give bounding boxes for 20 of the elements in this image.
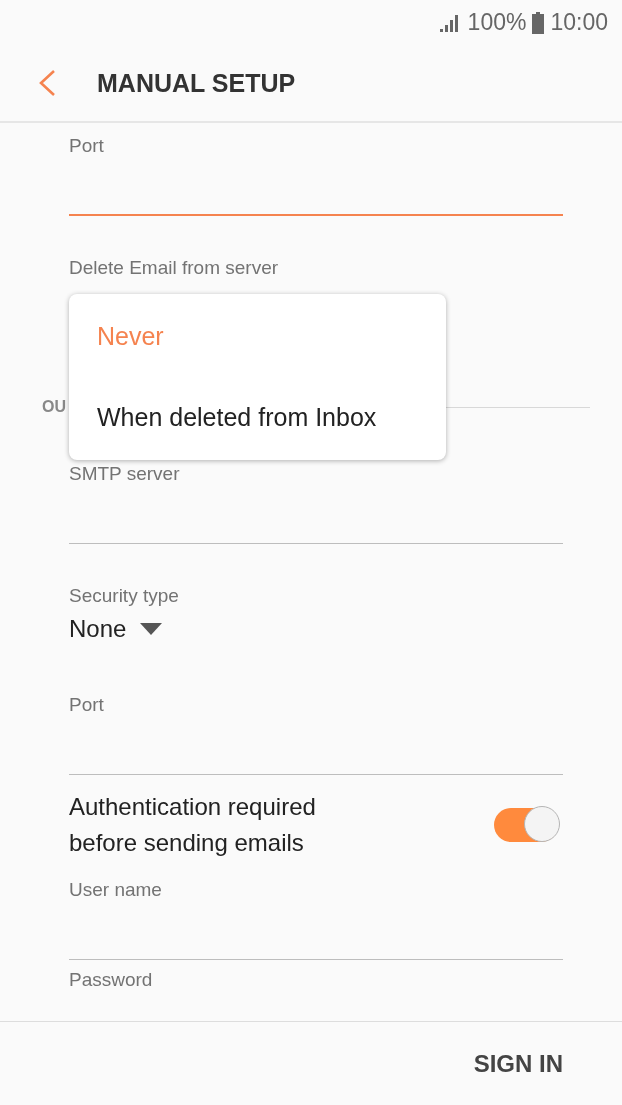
security-type-dropdown[interactable]: None xyxy=(69,608,163,650)
screen-title: MANUAL SETUP xyxy=(97,68,296,98)
field-label: User name xyxy=(69,878,163,902)
field-label: Port xyxy=(69,693,105,717)
toggle-switch[interactable] xyxy=(494,808,558,842)
battery-percent: 100% xyxy=(467,9,527,36)
field-label: SMTP server xyxy=(69,462,181,486)
dropdown-arrow-icon xyxy=(140,623,163,635)
field-label: Password xyxy=(69,968,154,992)
back-button[interactable] xyxy=(38,69,56,97)
field-label: Port xyxy=(69,134,105,158)
battery-icon xyxy=(532,11,545,34)
sign-in-button[interactable]: SIGN IN xyxy=(473,1049,563,1078)
field-label: Delete Email from server xyxy=(69,256,280,280)
toggle-label: Authentication required before sending emails xyxy=(69,792,317,858)
section-header: OU xyxy=(42,398,66,416)
clock: 10:00 xyxy=(550,9,608,36)
signal-icon xyxy=(439,13,460,32)
field-label: Security type xyxy=(69,584,180,608)
menu-option[interactable]: When deleted from Inbox xyxy=(69,377,446,458)
